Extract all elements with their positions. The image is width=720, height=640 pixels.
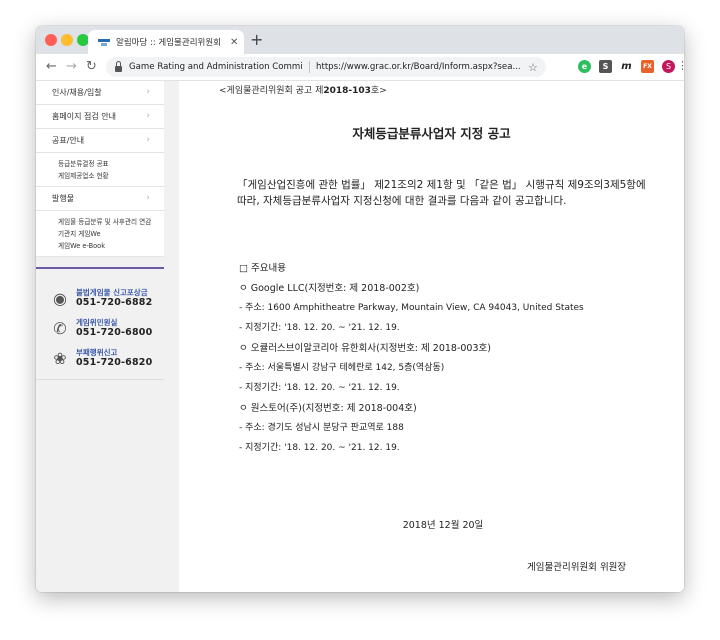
sidebar-sublist-notice: 등급분류결정 공표 게임제공업소 현황	[36, 153, 164, 187]
notice-content: <게임물관리위원회 공고 제2018-103호> 자체등급분류사업자 지정 공고…	[179, 81, 684, 592]
sidebar: 인사/채용/입찰 › 홈페이지 점검 안내 › 공표/안내 › 등급분류결정 공…	[36, 81, 179, 592]
sidebar-divider	[36, 267, 164, 269]
back-arrow-icon[interactable]: ←	[46, 58, 57, 76]
chevron-right-icon: ›	[146, 193, 150, 203]
list-item: ㅇ Google LLC(지정번호: 제 2018-002호)	[239, 283, 420, 294]
site-identity: Game Rating and Administration Committee	[129, 62, 303, 72]
sidebar-item-label: 공표/안내	[52, 136, 85, 145]
new-tab-button[interactable]: +	[250, 29, 263, 51]
lock-icon[interactable]	[115, 61, 122, 72]
chevron-right-icon: ›	[146, 111, 150, 121]
flower-icon: ❀	[53, 349, 67, 368]
sidebar-subitem[interactable]: 게임물 등급분류 및 사후관리 연감	[58, 216, 164, 228]
sidebar-item-notice[interactable]: 공표/안내 ›	[36, 129, 164, 153]
site-favicon-icon	[98, 37, 110, 47]
intro-paragraph: 「게임산업진흥에 관한 법률」 제21조의2 제1항 및 「같은 법」 시행규칙…	[237, 179, 646, 207]
sidebar-item-label: 인사/채용/입찰	[52, 88, 102, 97]
sidebar-subitem[interactable]: 게임제공업소 현황	[58, 170, 164, 182]
list-item: - 지정기간: '18. 12. 20. ~ '21. 12. 19.	[239, 323, 400, 333]
chevron-right-icon: ›	[146, 135, 150, 145]
more-menu-icon[interactable]: ⋮	[677, 59, 684, 72]
notice-prefix: <게임물관리위원회 공고 제	[219, 86, 324, 96]
fx-extension-icon[interactable]: FX	[641, 60, 654, 73]
phone-icon: ✆	[53, 319, 67, 338]
close-icon[interactable]: ✕	[230, 37, 238, 48]
forward-arrow-icon[interactable]: →	[66, 58, 77, 76]
sidebar-subitem[interactable]: 기관지 게임We	[58, 228, 164, 240]
s-extension-icon[interactable]: S	[599, 60, 612, 73]
page-viewport: 인사/채용/입찰 › 홈페이지 점검 안내 › 공표/안내 › 등급분류결정 공…	[36, 81, 684, 592]
list-item: ㅇ 원스토어(주)(지정번호: 제 2018-004호)	[239, 403, 417, 414]
minimize-window-button[interactable]	[61, 34, 73, 46]
chevron-right-icon: ›	[146, 87, 150, 97]
sidebar-subitem[interactable]: 게임We e-Book	[58, 240, 164, 252]
sidebar-item-recruit[interactable]: 인사/채용/입찰 ›	[36, 81, 164, 105]
tab-strip: 알림마당 :: 게임물관리위원회 ✕ +	[36, 26, 684, 54]
sidebar-item-label: 홈페이지 점검 안내	[52, 112, 116, 121]
notice-number: <게임물관리위원회 공고 제2018-103호>	[219, 83, 387, 96]
address-divider	[309, 61, 310, 73]
evernote-extension-icon[interactable]: e	[578, 60, 591, 73]
contact-civil-office[interactable]: ✆ 게임위민원실 051-720-6800	[48, 317, 168, 341]
notice-suffix: 호>	[370, 86, 387, 96]
browser-tab[interactable]: 알림마당 :: 게임물관리위원회 ✕	[88, 30, 244, 54]
url-text[interactable]: https://www.grac.or.kr/Board/Inform.aspx…	[316, 62, 522, 72]
sidebar-menu: 인사/채용/입찰 › 홈페이지 점검 안내 › 공표/안내 › 등급분류결정 공…	[36, 81, 164, 257]
sidebar-item-maintenance[interactable]: 홈페이지 점검 안내 ›	[36, 105, 164, 129]
list-item: - 주소: 경기도 성남시 분당구 판교역로 188	[239, 423, 404, 433]
m-extension-icon[interactable]: m	[620, 60, 633, 73]
reload-icon[interactable]: ↻	[86, 58, 97, 76]
sidebar-subitem[interactable]: 등급분류결정 공표	[58, 158, 164, 170]
list-item: - 지정기간: '18. 12. 20. ~ '21. 12. 19.	[239, 383, 400, 393]
page-title: 자체등급분류사업자 지정 공고	[352, 126, 511, 141]
list-item: - 지정기간: '18. 12. 20. ~ '21. 12. 19.	[239, 443, 400, 453]
tab-title: 알림마당 :: 게임물관리위원회	[116, 38, 221, 48]
sidebar-item-publications[interactable]: 발행물 ›	[36, 187, 164, 211]
browser-toolbar: ← → ↻ Game Rating and Administration Com…	[36, 54, 684, 81]
contact-corruption-report[interactable]: ❀ 부패행위신고 051-720-6820	[48, 347, 168, 371]
contact-phone: 051-720-6800	[76, 327, 153, 338]
list-item: - 주소: 서울특별시 강남구 테헤란로 142, 5층(역삼동)	[239, 363, 445, 373]
notice-date: 2018년 12월 20일	[402, 520, 484, 531]
browser-window: 알림마당 :: 게임물관리위원회 ✕ + ← → ↻ Game Rating a…	[36, 26, 684, 592]
profile-avatar[interactable]: S	[662, 60, 675, 73]
list-item: ㅇ 오큘러스브이알코리아 유한회사(지정번호: 제 2018-003호)	[239, 343, 491, 354]
bookmark-star-icon[interactable]: ☆	[528, 61, 538, 74]
sidebar-bottom-border	[36, 379, 164, 380]
contact-phone: 051-720-6820	[76, 357, 153, 368]
contact-phone: 051-720-6882	[76, 297, 153, 308]
list-item: - 주소: 1600 Amphitheatre Parkway, Mountai…	[239, 303, 584, 313]
sidebar-sublist-publications: 게임물 등급분류 및 사후관리 연감 기관지 게임We 게임We e-Book	[36, 211, 164, 257]
close-window-button[interactable]	[45, 34, 57, 46]
coin-hand-icon: ◉	[53, 289, 67, 308]
sidebar-item-label: 발행물	[52, 194, 75, 203]
notice-signer: 게임물관리위원회 위원장	[527, 562, 627, 573]
address-bar[interactable]: Game Rating and Administration Committee…	[106, 57, 546, 77]
contact-illegal-game-report[interactable]: ◉ 불법게임물 신고포상금 051-720-6882	[48, 287, 168, 311]
section-heading: □ 주요내용	[239, 263, 286, 274]
notice-number-value: 2018-103	[323, 86, 371, 96]
